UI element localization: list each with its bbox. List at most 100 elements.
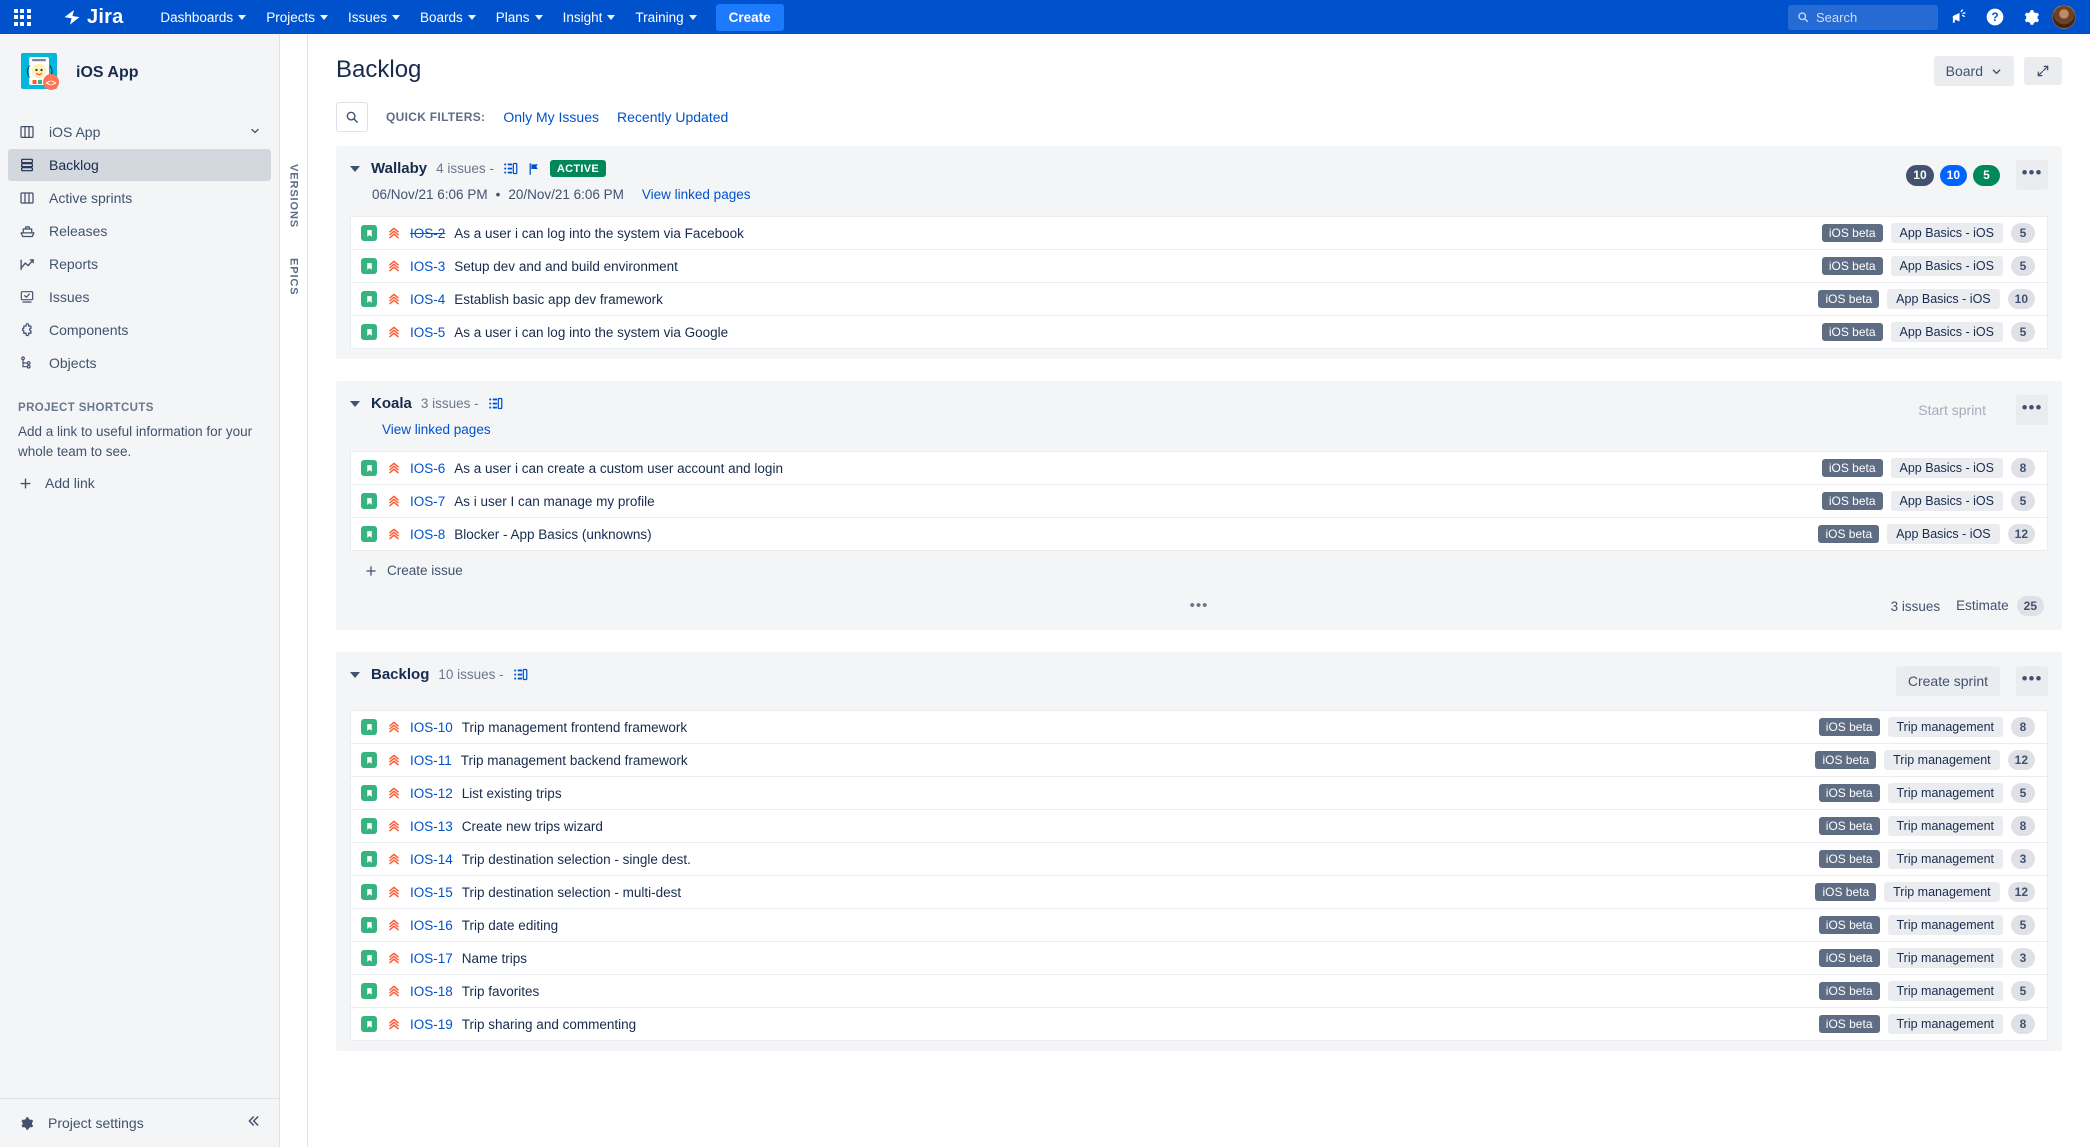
story-point-estimate[interactable]: 5: [2011, 981, 2035, 1001]
epic-tag[interactable]: Trip management: [1887, 948, 2003, 968]
story-point-estimate[interactable]: 8: [2011, 1014, 2035, 1034]
sidebar-item-backlog[interactable]: Backlog: [8, 149, 271, 181]
issue-row[interactable]: IOS-13 Create new trips wizard iOS beta Tri…: [350, 809, 2048, 842]
issue-row[interactable]: IOS-15 Trip destination selection - multi…: [350, 875, 2048, 908]
story-point-estimate[interactable]: 3: [2011, 948, 2035, 968]
version-tag[interactable]: iOS beta: [1818, 718, 1880, 736]
epic-tag[interactable]: App Basics - iOS: [1890, 223, 2003, 243]
epic-tag[interactable]: Trip management: [1887, 783, 2003, 803]
epic-tag[interactable]: App Basics - iOS: [1890, 458, 2003, 478]
search-input[interactable]: [1815, 9, 1929, 25]
collapse-toggle-icon[interactable]: [350, 671, 360, 678]
rail-tab-versions[interactable]: VERSIONS: [288, 164, 300, 228]
story-point-estimate[interactable]: 5: [2011, 223, 2035, 243]
issue-key-link[interactable]: IOS-16: [410, 918, 453, 933]
issue-row[interactable]: IOS-14 Trip destination selection - singl…: [350, 842, 2048, 875]
issue-row[interactable]: IOS-11 Trip management backend framework i…: [350, 743, 2048, 776]
issue-row[interactable]: IOS-19 Trip sharing and commenting iOS bet…: [350, 1007, 2048, 1041]
double-chevron-left-icon[interactable]: [245, 1113, 261, 1133]
epic-tag[interactable]: Trip management: [1887, 849, 2003, 869]
nav-item-boards[interactable]: Boards: [411, 4, 485, 31]
quick-filter-recently-updated[interactable]: Recently Updated: [617, 109, 728, 125]
version-tag[interactable]: iOS beta: [1818, 916, 1880, 934]
view-linked-pages-link[interactable]: View linked pages: [382, 422, 491, 437]
issue-key-link[interactable]: IOS-14: [410, 852, 453, 867]
version-tag[interactable]: iOS beta: [1815, 751, 1877, 769]
start-sprint-button[interactable]: Start sprint: [1904, 395, 2000, 425]
fullscreen-button[interactable]: [2024, 57, 2062, 85]
issue-key-link[interactable]: IOS-7: [410, 494, 445, 509]
version-tag[interactable]: iOS beta: [1818, 290, 1880, 308]
epic-tag[interactable]: App Basics - iOS: [1887, 289, 2000, 309]
issue-row[interactable]: IOS-16 Trip date editing iOS beta Trip mana…: [350, 908, 2048, 941]
issue-key-link[interactable]: IOS-15: [410, 885, 453, 900]
version-tag[interactable]: iOS beta: [1818, 982, 1880, 1000]
backlog-search-button[interactable]: [336, 102, 368, 132]
story-point-estimate[interactable]: 5: [2011, 256, 2035, 276]
epic-tag[interactable]: App Basics - iOS: [1890, 322, 2003, 342]
story-point-estimate[interactable]: 10: [2007, 289, 2035, 309]
version-tag[interactable]: iOS beta: [1818, 525, 1880, 543]
nav-item-plans[interactable]: Plans: [487, 4, 552, 31]
create-issue-button[interactable]: Create issue: [350, 551, 2048, 590]
issue-key-link[interactable]: IOS-18: [410, 984, 453, 999]
create-button[interactable]: Create: [715, 3, 784, 31]
epic-tag[interactable]: App Basics - iOS: [1887, 524, 2000, 544]
version-tag[interactable]: iOS beta: [1821, 492, 1883, 510]
create-sprint-button[interactable]: Create sprint: [1895, 666, 2000, 696]
sidebar-item-active-sprints[interactable]: Active sprints: [8, 182, 271, 214]
issue-row[interactable]: IOS-10 Trip management frontend framework…: [350, 710, 2048, 743]
sidebar-item-components[interactable]: Components: [8, 314, 271, 346]
jira-home-logo[interactable]: Jira: [62, 7, 123, 28]
issue-key-link[interactable]: IOS-13: [410, 819, 453, 834]
epic-tag[interactable]: Trip management: [1887, 717, 2003, 737]
story-point-estimate[interactable]: 5: [2011, 783, 2035, 803]
issue-key-link[interactable]: IOS-17: [410, 951, 453, 966]
sidebar-item-releases[interactable]: Releases: [8, 215, 271, 247]
story-point-estimate[interactable]: 12: [2007, 750, 2035, 770]
issue-row[interactable]: IOS-4 Establish basic app dev framework iO…: [350, 282, 2048, 315]
version-tag[interactable]: iOS beta: [1815, 883, 1877, 901]
nav-item-projects[interactable]: Projects: [257, 4, 337, 31]
story-point-estimate[interactable]: 12: [2007, 882, 2035, 902]
story-point-estimate[interactable]: 5: [2011, 322, 2035, 342]
backlog-scroll-area[interactable]: Wallaby 4 issues - ACTIVE 06/Nov/21 6:06 PM…: [308, 146, 2090, 1147]
version-tag[interactable]: iOS beta: [1821, 224, 1883, 242]
collapse-toggle-icon[interactable]: [350, 165, 360, 172]
view-linked-pages-link[interactable]: View linked pages: [642, 187, 751, 202]
issue-row[interactable]: IOS-12 List existing trips iOS beta Trip ma…: [350, 776, 2048, 809]
collapse-toggle-icon[interactable]: [350, 400, 360, 407]
issue-key-link[interactable]: IOS-11: [410, 753, 452, 768]
story-point-estimate[interactable]: 5: [2011, 915, 2035, 935]
flag-icon[interactable]: [527, 162, 541, 176]
sidebar-item-issues[interactable]: Issues: [8, 281, 271, 313]
issue-key-link[interactable]: IOS-8: [410, 527, 445, 542]
nav-item-insight[interactable]: Insight: [554, 4, 625, 31]
nav-item-dashboards[interactable]: Dashboards: [151, 4, 255, 31]
issue-key-link[interactable]: IOS-19: [410, 1017, 453, 1032]
epic-tag[interactable]: App Basics - iOS: [1890, 256, 2003, 276]
version-tag[interactable]: iOS beta: [1821, 459, 1883, 477]
sprint-more-options-button[interactable]: •••: [2016, 395, 2048, 425]
story-point-estimate[interactable]: 3: [2011, 849, 2035, 869]
announcements-button[interactable]: [1944, 2, 1974, 32]
story-point-estimate[interactable]: 8: [2011, 458, 2035, 478]
project-settings-row[interactable]: Project settings: [0, 1098, 279, 1147]
version-tag[interactable]: iOS beta: [1821, 323, 1883, 341]
issue-key-link[interactable]: IOS-4: [410, 292, 445, 307]
version-tag[interactable]: iOS beta: [1818, 1015, 1880, 1033]
epic-tag[interactable]: Trip management: [1887, 816, 2003, 836]
sidebar-item-reports[interactable]: Reports: [8, 248, 271, 280]
sprint-more-options-button[interactable]: •••: [2016, 666, 2048, 696]
version-tag[interactable]: iOS beta: [1818, 850, 1880, 868]
issue-row[interactable]: IOS-17 Name trips iOS beta Trip management 3: [350, 941, 2048, 974]
issue-row[interactable]: IOS-8 Blocker - App Basics (unknowns) iOS …: [350, 517, 2048, 551]
issue-key-link[interactable]: IOS-2: [410, 226, 445, 241]
story-point-estimate[interactable]: 8: [2011, 717, 2035, 737]
sidebar-item-ios-app[interactable]: iOS App: [8, 116, 271, 148]
epic-tag[interactable]: Trip management: [1887, 981, 2003, 1001]
app-switcher-button[interactable]: [0, 0, 44, 34]
story-point-estimate[interactable]: 5: [2011, 491, 2035, 511]
version-tag[interactable]: iOS beta: [1818, 784, 1880, 802]
issue-key-link[interactable]: IOS-10: [410, 720, 453, 735]
